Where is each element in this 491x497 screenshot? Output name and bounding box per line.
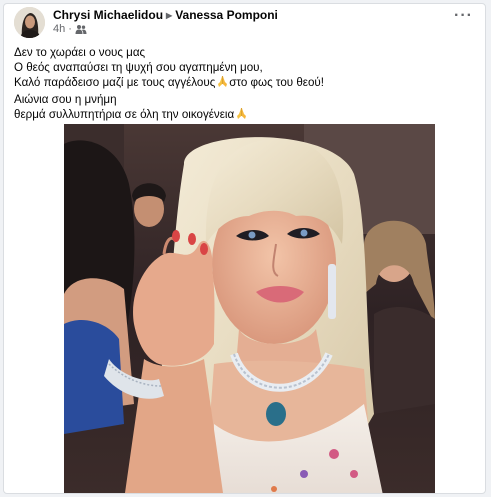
post-text-fragment: θερμά συλλυπητήρια σε όλη την οικογένεια — [14, 108, 235, 121]
post-header: Chrysi Michaelidou ▶ Vanessa Pomponi 4h · ·… — [14, 7, 475, 39]
post-meta: 4h · — [53, 23, 87, 37]
folded-hands-icon — [235, 107, 248, 124]
post-text-line-with-emoji: θερμά συλλυπητήρια σε όλη την οικογένεια — [14, 107, 475, 124]
meta-separator: · — [68, 23, 72, 35]
post-text-line: Αιώνια σου η μνήμη — [14, 93, 117, 106]
post-text-line-with-emoji: Καλό παράδεισο μαζί με τους αγγέλους στο … — [14, 75, 475, 92]
post-timestamp[interactable]: 4h — [53, 23, 65, 35]
post-text-line: Δεν το χωράει ο νους μας — [14, 46, 146, 59]
post-text-line: Ο θεός αναπαύσει τη ψυχή σου αγαπημένη μ… — [14, 61, 263, 74]
post-photo[interactable] — [64, 124, 435, 493]
facebook-post: Chrysi Michaelidou ▶ Vanessa Pomponi 4h · ·… — [3, 3, 486, 494]
friends-icon[interactable] — [75, 24, 87, 37]
author-avatar[interactable] — [14, 7, 45, 38]
post-text: Δεν το χωράει ο νους μας Ο θεός αναπαύσε… — [14, 45, 475, 124]
post-text-fragment: στο φως του θεού! — [229, 76, 324, 89]
folded-hands-icon — [216, 75, 229, 92]
caret-right-icon: ▶ — [166, 11, 173, 20]
recipient-name[interactable]: Vanessa Pomponi — [175, 8, 278, 22]
author-name[interactable]: Chrysi Michaelidou — [53, 8, 163, 22]
post-text-fragment: Καλό παράδεισο μαζί με τους αγγέλους — [14, 76, 216, 89]
more-horizontal-icon[interactable]: ··· — [454, 7, 473, 25]
post-author-line: Chrysi Michaelidou ▶ Vanessa Pomponi — [53, 8, 278, 22]
